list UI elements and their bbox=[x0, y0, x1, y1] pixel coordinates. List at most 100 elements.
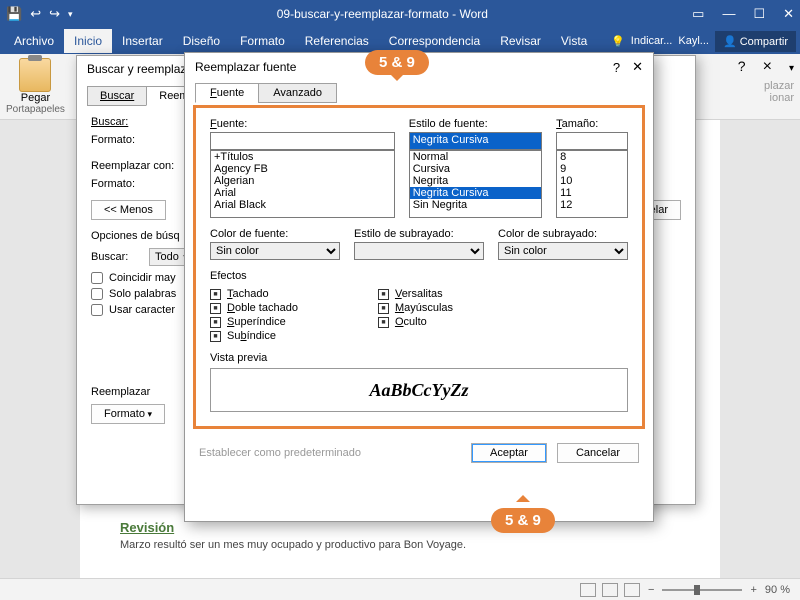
effects-label: Efectos bbox=[210, 270, 628, 282]
font-list[interactable]: +Títulos Agency FB Algerian Arial Arial … bbox=[210, 150, 395, 218]
paste-icon[interactable] bbox=[19, 58, 51, 92]
list-item[interactable]: +Títulos bbox=[211, 151, 394, 163]
task-pane-close-icon[interactable]: × bbox=[763, 58, 772, 75]
tab-archivo[interactable]: Archivo bbox=[4, 29, 64, 53]
tab-vista[interactable]: Vista bbox=[551, 29, 597, 53]
subscript-label: Subíndice bbox=[227, 330, 276, 342]
font-size-input[interactable] bbox=[556, 132, 628, 150]
minimize-icon[interactable]: — bbox=[722, 6, 735, 22]
share-button[interactable]: 👤 Compartir bbox=[715, 31, 796, 52]
accept-button[interactable]: Aceptar bbox=[471, 443, 547, 463]
format-menu-button[interactable]: Formato bbox=[91, 404, 165, 424]
set-default-button[interactable]: Establecer como predeterminado bbox=[199, 447, 461, 459]
advanced-tab[interactable]: Avanzado bbox=[258, 83, 337, 103]
match-case-label: Coincidir may bbox=[109, 272, 176, 284]
strike-label: Tachado bbox=[227, 288, 269, 300]
underline-style-label: Estilo de subrayado: bbox=[354, 228, 484, 240]
zoom-in-icon[interactable]: + bbox=[750, 584, 756, 596]
list-item[interactable]: Arial bbox=[211, 187, 394, 199]
list-item[interactable]: 8 bbox=[557, 151, 627, 163]
wildcards-checkbox[interactable] bbox=[91, 304, 103, 316]
format1-label: Formato: bbox=[91, 134, 187, 146]
tab-insertar[interactable]: Insertar bbox=[112, 29, 173, 53]
strike-checkbox[interactable] bbox=[210, 289, 221, 300]
superscript-label: Superíndice bbox=[227, 316, 286, 328]
font-color-select[interactable]: Sin color bbox=[210, 242, 340, 260]
ribbon-options-icon[interactable]: ▭ bbox=[692, 6, 704, 22]
smallcaps-checkbox[interactable] bbox=[378, 289, 389, 300]
less-button[interactable]: << Menos bbox=[91, 200, 166, 220]
font-size-label: Tamaño: bbox=[556, 118, 628, 130]
dialog-close-icon[interactable]: ✕ bbox=[632, 59, 643, 75]
hidden-checkbox[interactable] bbox=[378, 317, 389, 328]
list-item[interactable]: 10 bbox=[557, 175, 627, 187]
list-item[interactable]: 11 bbox=[557, 187, 627, 199]
tab-diseno[interactable]: Diseño bbox=[173, 29, 230, 53]
allcaps-checkbox[interactable] bbox=[378, 303, 389, 314]
tab-revisar[interactable]: Revisar bbox=[490, 29, 551, 53]
size-list[interactable]: 8 9 10 11 12 bbox=[556, 150, 628, 218]
list-item[interactable]: Algerian bbox=[211, 175, 394, 187]
superscript-checkbox[interactable] bbox=[210, 317, 221, 328]
save-icon[interactable]: 💾 bbox=[6, 6, 22, 22]
font-color-label: Color de fuente: bbox=[210, 228, 340, 240]
font-style-label: Estilo de fuente: bbox=[409, 118, 542, 130]
replace-font-dialog: Reemplazar fuente ? ✕ Fuente Avanzado Fu… bbox=[184, 52, 654, 522]
clipboard-group-label: Portapapeles bbox=[6, 104, 65, 115]
list-item[interactable]: Negrita bbox=[410, 175, 541, 187]
underline-color-label: Color de subrayado: bbox=[498, 228, 628, 240]
callout-step-bottom: 5 & 9 bbox=[491, 508, 555, 533]
maximize-icon[interactable]: ☐ bbox=[753, 6, 765, 22]
list-item[interactable]: Arial Black bbox=[211, 199, 394, 211]
help-icon[interactable]: ? bbox=[738, 58, 746, 74]
underline-style-select[interactable] bbox=[354, 242, 484, 260]
clipboard-group: Pegar Portapapeles bbox=[6, 58, 65, 115]
ribbon-collapse-icon[interactable]: ▾ bbox=[789, 63, 794, 74]
list-item[interactable]: 12 bbox=[557, 199, 627, 211]
list-item[interactable]: Agency FB bbox=[211, 163, 394, 175]
zoom-slider[interactable] bbox=[662, 589, 742, 591]
cancel-button[interactable]: Cancelar bbox=[557, 443, 639, 463]
zoom-value[interactable]: 90 % bbox=[765, 584, 790, 596]
list-item[interactable]: Normal bbox=[410, 151, 541, 163]
replace-hint: plazar bbox=[738, 80, 794, 92]
tab-referencias[interactable]: Referencias bbox=[295, 29, 379, 53]
select-hint: ionar bbox=[738, 92, 794, 104]
read-mode-icon[interactable] bbox=[580, 583, 596, 597]
user-name[interactable]: Kayl... bbox=[678, 35, 709, 47]
tell-me[interactable]: Indicar... bbox=[631, 35, 673, 47]
font-dialog-body: Fuente: +Títulos Agency FB Algerian Aria… bbox=[193, 105, 645, 429]
view-icons bbox=[580, 583, 640, 597]
match-case-checkbox[interactable] bbox=[91, 272, 103, 284]
tab-formato[interactable]: Formato bbox=[230, 29, 295, 53]
list-item[interactable]: Negrita Cursiva bbox=[410, 187, 541, 199]
whole-words-checkbox[interactable] bbox=[91, 288, 103, 300]
find-label: Buscar: bbox=[91, 116, 187, 128]
close-window-icon[interactable]: ✕ bbox=[783, 6, 794, 22]
font-name-label: Fuente: bbox=[210, 118, 395, 130]
doc-line: Marzo resultó ser un mes muy ocupado y p… bbox=[120, 539, 680, 551]
subscript-checkbox[interactable] bbox=[210, 331, 221, 342]
list-item[interactable]: 9 bbox=[557, 163, 627, 175]
redo-icon[interactable]: ↪ bbox=[49, 6, 60, 22]
preview-label: Vista previa bbox=[210, 352, 628, 364]
tell-me-icon[interactable]: 💡 bbox=[611, 35, 625, 48]
allcaps-label: Mayúsculas bbox=[395, 302, 453, 314]
smallcaps-label: Versalitas bbox=[395, 288, 443, 300]
list-item[interactable]: Sin Negrita bbox=[410, 199, 541, 211]
print-layout-icon[interactable] bbox=[602, 583, 618, 597]
font-name-input[interactable] bbox=[210, 132, 395, 150]
double-strike-checkbox[interactable] bbox=[210, 303, 221, 314]
undo-icon[interactable]: ↩ bbox=[30, 6, 41, 22]
font-style-input[interactable]: Negrita Cursiva bbox=[409, 132, 542, 150]
underline-color-select[interactable]: Sin color bbox=[498, 242, 628, 260]
zoom-out-icon[interactable]: − bbox=[648, 584, 654, 596]
tab-inicio[interactable]: Inicio bbox=[64, 29, 112, 53]
find-tab[interactable]: Buscar bbox=[87, 86, 147, 106]
format2-label: Formato: bbox=[91, 178, 187, 190]
font-tab[interactable]: Fuente bbox=[195, 83, 259, 103]
list-item[interactable]: Cursiva bbox=[410, 163, 541, 175]
web-layout-icon[interactable] bbox=[624, 583, 640, 597]
dialog-help-icon[interactable]: ? bbox=[613, 60, 620, 75]
style-list[interactable]: Normal Cursiva Negrita Negrita Cursiva S… bbox=[409, 150, 542, 218]
